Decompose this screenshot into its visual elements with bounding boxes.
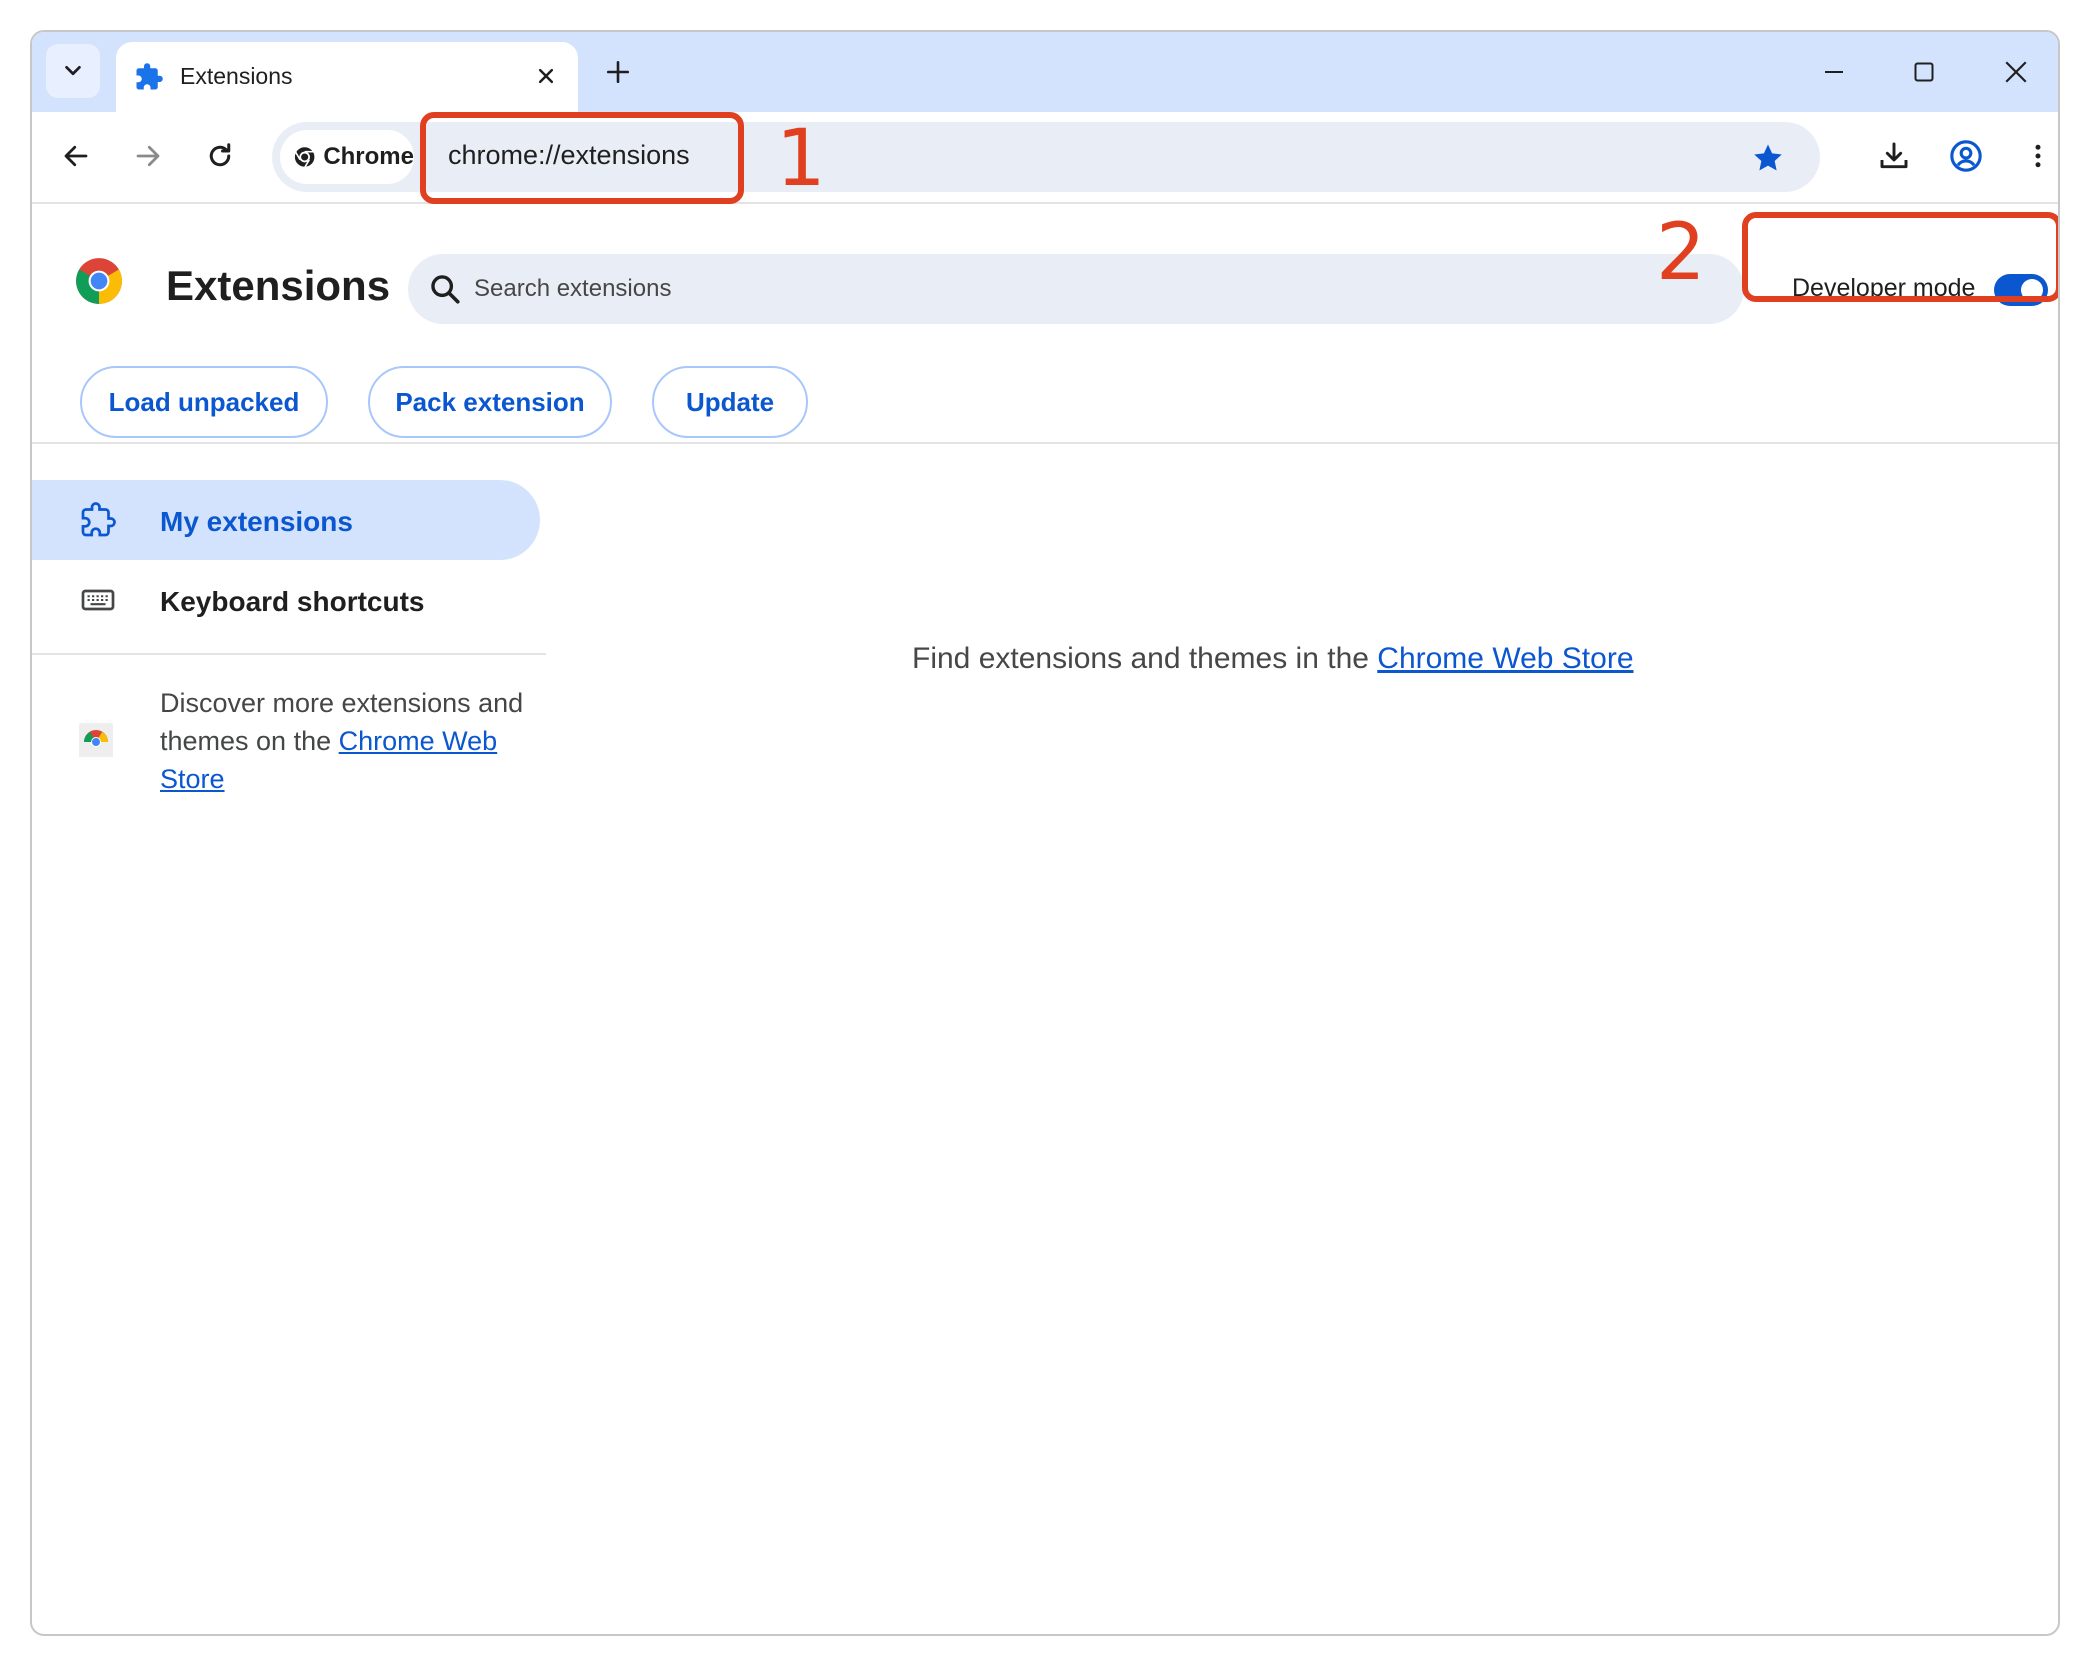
developer-toolbar: Load unpacked Pack extension Update	[32, 336, 2058, 444]
new-tab-button[interactable]	[600, 54, 636, 90]
back-button[interactable]	[54, 134, 98, 178]
browser-toolbar: Chrome chrome://extensions	[32, 112, 2058, 204]
load-unpacked-button[interactable]: Load unpacked	[80, 366, 328, 438]
update-button[interactable]: Update	[652, 366, 808, 438]
search-icon	[431, 275, 460, 304]
menu-button[interactable]	[2016, 134, 2058, 178]
arrow-right-icon	[136, 145, 160, 167]
search-input[interactable]	[474, 266, 1674, 312]
annotation-box-developer-mode	[1742, 212, 2058, 302]
sidebar-item-label: Keyboard shortcuts	[160, 586, 425, 617]
puzzle-icon	[81, 502, 116, 537]
maximize-icon	[1914, 62, 1934, 82]
discover-text: Discover more extensions and themes on t…	[160, 684, 540, 798]
discover-more: Discover more extensions and themes on t…	[32, 670, 546, 810]
download-icon	[1880, 142, 1908, 169]
browser-window: Extensions Chrome chrome://extensions Ex…	[30, 30, 2060, 1636]
annotation-box-url	[420, 112, 744, 204]
minimize-icon	[1825, 71, 1843, 73]
profile-icon	[1950, 140, 1982, 172]
tab-strip: Extensions	[32, 32, 2058, 112]
minimize-button[interactable]	[1816, 54, 1852, 90]
close-icon	[538, 68, 554, 84]
close-window-button[interactable]	[1998, 54, 2034, 90]
downloads-button[interactable]	[1872, 134, 1916, 178]
tab-search-button[interactable]	[46, 44, 100, 98]
keyboard-icon	[81, 589, 115, 611]
chrome-icon	[294, 147, 315, 168]
close-tab-button[interactable]	[530, 60, 562, 92]
site-info-chip[interactable]: Chrome	[280, 130, 414, 184]
pack-extension-button[interactable]: Pack extension	[368, 366, 612, 438]
sidebar-item-label: My extensions	[160, 506, 353, 537]
tab-title: Extensions	[180, 63, 293, 89]
plus-icon	[606, 60, 630, 84]
sidebar-item-my-extensions[interactable]: My extensions	[32, 480, 540, 560]
bookmark-button[interactable]	[1748, 138, 1788, 178]
page-title: Extensions	[166, 262, 391, 309]
reload-icon	[209, 143, 231, 167]
chrome-logo-icon	[76, 258, 122, 304]
profile-button[interactable]	[1944, 134, 1988, 178]
empty-state-prefix: Find extensions and themes in the	[912, 642, 1378, 675]
close-icon	[2005, 61, 2027, 83]
site-chip-label: Chrome	[323, 143, 414, 170]
arrow-left-icon	[64, 145, 88, 167]
tab-extensions[interactable]: Extensions	[116, 42, 578, 112]
more-vert-icon	[2035, 144, 2041, 168]
annotation-number-1: 1	[776, 114, 826, 204]
reload-button[interactable]	[198, 134, 242, 178]
star-icon	[1754, 144, 1782, 171]
maximize-button[interactable]	[1906, 54, 1942, 90]
puzzle-icon	[136, 63, 163, 90]
sidebar-divider	[32, 653, 546, 655]
annotation-number-2: 2	[1656, 208, 1706, 298]
empty-state-message: Find extensions and themes in the Chrome…	[912, 642, 1634, 676]
sidebar-item-keyboard-shortcuts[interactable]: Keyboard shortcuts	[32, 560, 540, 640]
chevron-down-icon	[65, 65, 81, 76]
forward-button[interactable]	[126, 134, 170, 178]
search-bar[interactable]	[408, 254, 1744, 324]
web-store-icon	[79, 723, 113, 757]
sidebar: My extensions Keyboard shortcuts Discove…	[32, 444, 552, 1244]
chrome-web-store-link[interactable]: Chrome Web Store	[1377, 642, 1633, 675]
